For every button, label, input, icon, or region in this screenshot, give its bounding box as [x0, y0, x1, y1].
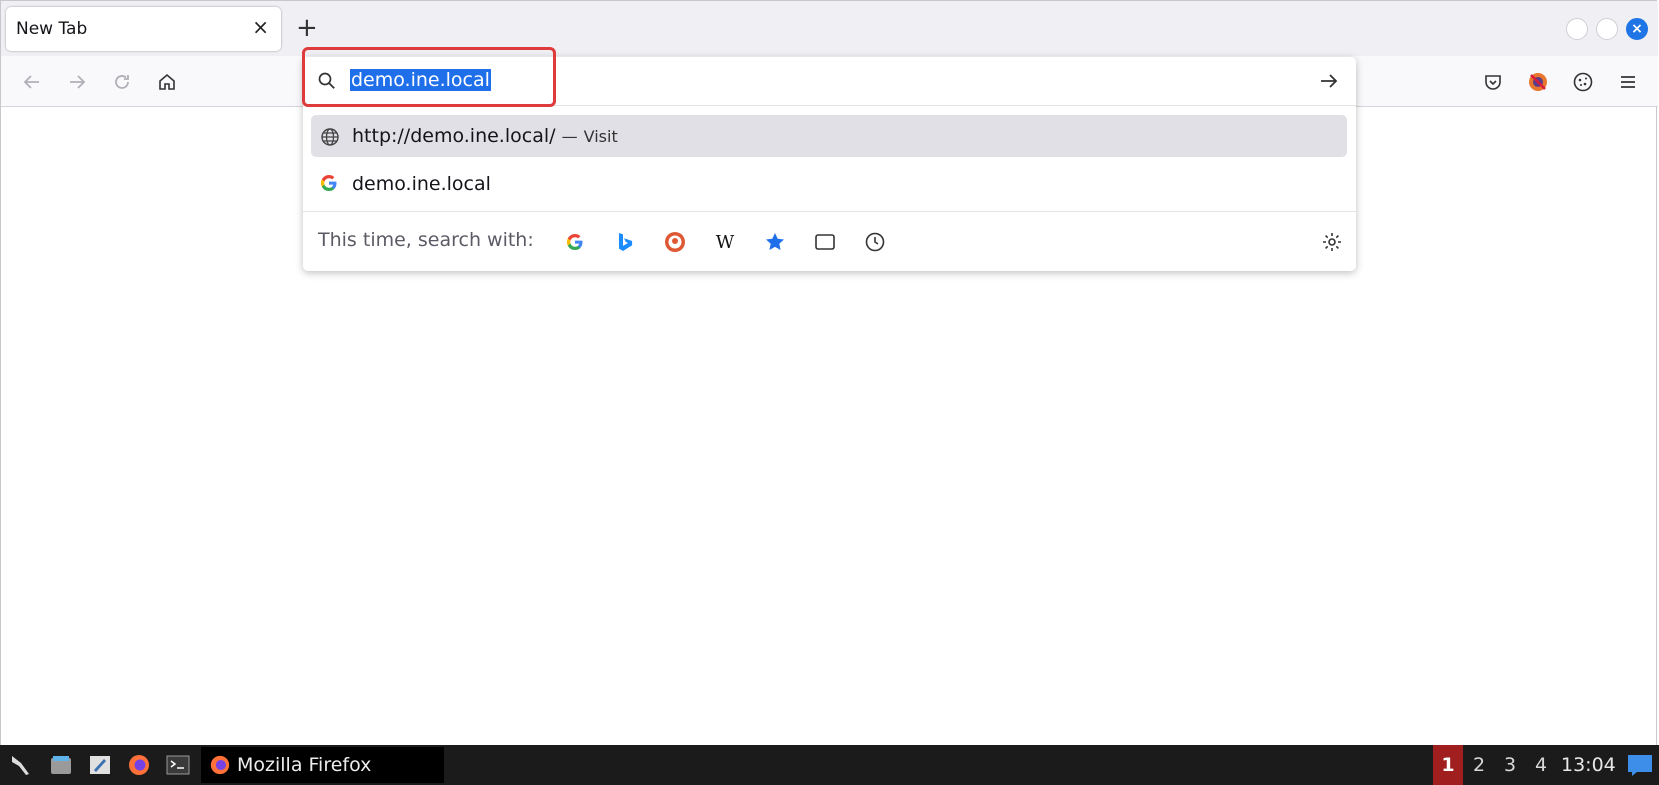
menu-button[interactable] — [1615, 69, 1641, 95]
bing-engine-button[interactable] — [611, 228, 639, 256]
blocked-extension-icon — [1529, 73, 1547, 91]
pocket-icon — [1485, 75, 1501, 90]
home-button[interactable] — [154, 69, 180, 95]
google-icon — [566, 233, 583, 251]
forward-button[interactable] — [64, 69, 90, 95]
home-icon — [159, 73, 175, 90]
minimize-button[interactable] — [1566, 18, 1588, 40]
text-editor-icon — [90, 756, 110, 774]
tabs-icon — [815, 234, 835, 250]
taskbar: Mozilla Firefox 1 2 3 4 13:04 — [0, 745, 1659, 785]
new-tab-button[interactable]: + — [296, 14, 318, 42]
back-arrow-icon — [23, 75, 39, 89]
tab-title: New Tab — [16, 19, 88, 39]
workspace-2[interactable]: 2 — [1464, 745, 1494, 785]
tab-strip: New Tab × + × — [1, 1, 1658, 56]
google-engine-button[interactable] — [561, 228, 589, 256]
tab-new-tab[interactable]: New Tab × — [6, 7, 281, 51]
workspace-1[interactable]: 1 — [1433, 745, 1463, 785]
terminal-icon — [166, 755, 190, 775]
annotation-highlight-box — [302, 47, 556, 107]
bookmarks-star-icon — [766, 233, 784, 250]
app-menu-button[interactable] — [7, 751, 35, 779]
gear-icon — [1323, 233, 1341, 251]
tab-close-button[interactable]: × — [252, 16, 269, 38]
files-launcher[interactable] — [47, 751, 75, 779]
suggestion-visit-row[interactable]: http://demo.ine.local/ — Visit — [311, 115, 1347, 157]
maximize-button[interactable] — [1596, 18, 1618, 40]
history-engine-button[interactable] — [861, 228, 889, 256]
google-icon — [320, 174, 338, 196]
forward-arrow-icon — [70, 75, 86, 89]
suggestion-separator: — — [561, 127, 578, 146]
kali-dragon-icon — [12, 756, 29, 775]
reload-button[interactable] — [109, 69, 135, 95]
wikipedia-engine-button[interactable]: W — [711, 228, 739, 256]
cookie-icon — [1573, 72, 1593, 92]
duckduckgo-engine-button[interactable] — [661, 228, 689, 256]
bookmarks-engine-button[interactable] — [761, 228, 789, 256]
suggestion-action: Visit — [583, 127, 618, 146]
workspace-4[interactable]: 4 — [1526, 745, 1556, 785]
history-icon — [865, 232, 885, 252]
taskbar-task-label: Mozilla Firefox — [237, 754, 372, 776]
hamburger-menu-icon — [1621, 76, 1635, 88]
suggestion-url: http://demo.ine.local/ — [352, 125, 556, 147]
suggestion-text: http://demo.ine.local/ — Visit — [352, 125, 618, 147]
duckduckgo-icon — [665, 232, 685, 252]
one-off-search-bar: This time, search with: W — [303, 211, 1356, 272]
notification-button[interactable] — [1626, 751, 1654, 779]
suggestion-search-text: demo.ine.local — [352, 173, 491, 195]
back-button[interactable] — [19, 69, 45, 95]
bing-icon — [619, 233, 633, 251]
folder-icon — [51, 756, 71, 774]
one-off-label: This time, search with: — [318, 229, 534, 251]
reload-icon — [115, 75, 129, 89]
wikipedia-icon: W — [715, 231, 735, 253]
taskbar-firefox-window[interactable]: Mozilla Firefox — [201, 747, 444, 783]
firefox-icon — [129, 755, 149, 775]
clock: 13:04 — [1561, 754, 1616, 776]
search-settings-button[interactable] — [1318, 228, 1346, 256]
go-arrow-icon[interactable] — [1318, 70, 1340, 96]
globe-icon — [320, 127, 340, 151]
text-editor-launcher[interactable] — [86, 751, 114, 779]
tabs-engine-button[interactable] — [811, 228, 839, 256]
suggestion-search-row[interactable]: demo.ine.local — [311, 163, 1347, 203]
cookie-button[interactable] — [1570, 69, 1596, 95]
extension-button[interactable] — [1525, 69, 1551, 95]
terminal-launcher[interactable] — [164, 751, 192, 779]
workspace-3[interactable]: 3 — [1495, 745, 1525, 785]
window-close-button[interactable]: × — [1626, 18, 1648, 40]
firefox-icon — [209, 754, 231, 780]
pocket-button[interactable] — [1480, 69, 1506, 95]
firefox-launcher[interactable] — [125, 751, 153, 779]
chat-icon — [1628, 755, 1652, 776]
